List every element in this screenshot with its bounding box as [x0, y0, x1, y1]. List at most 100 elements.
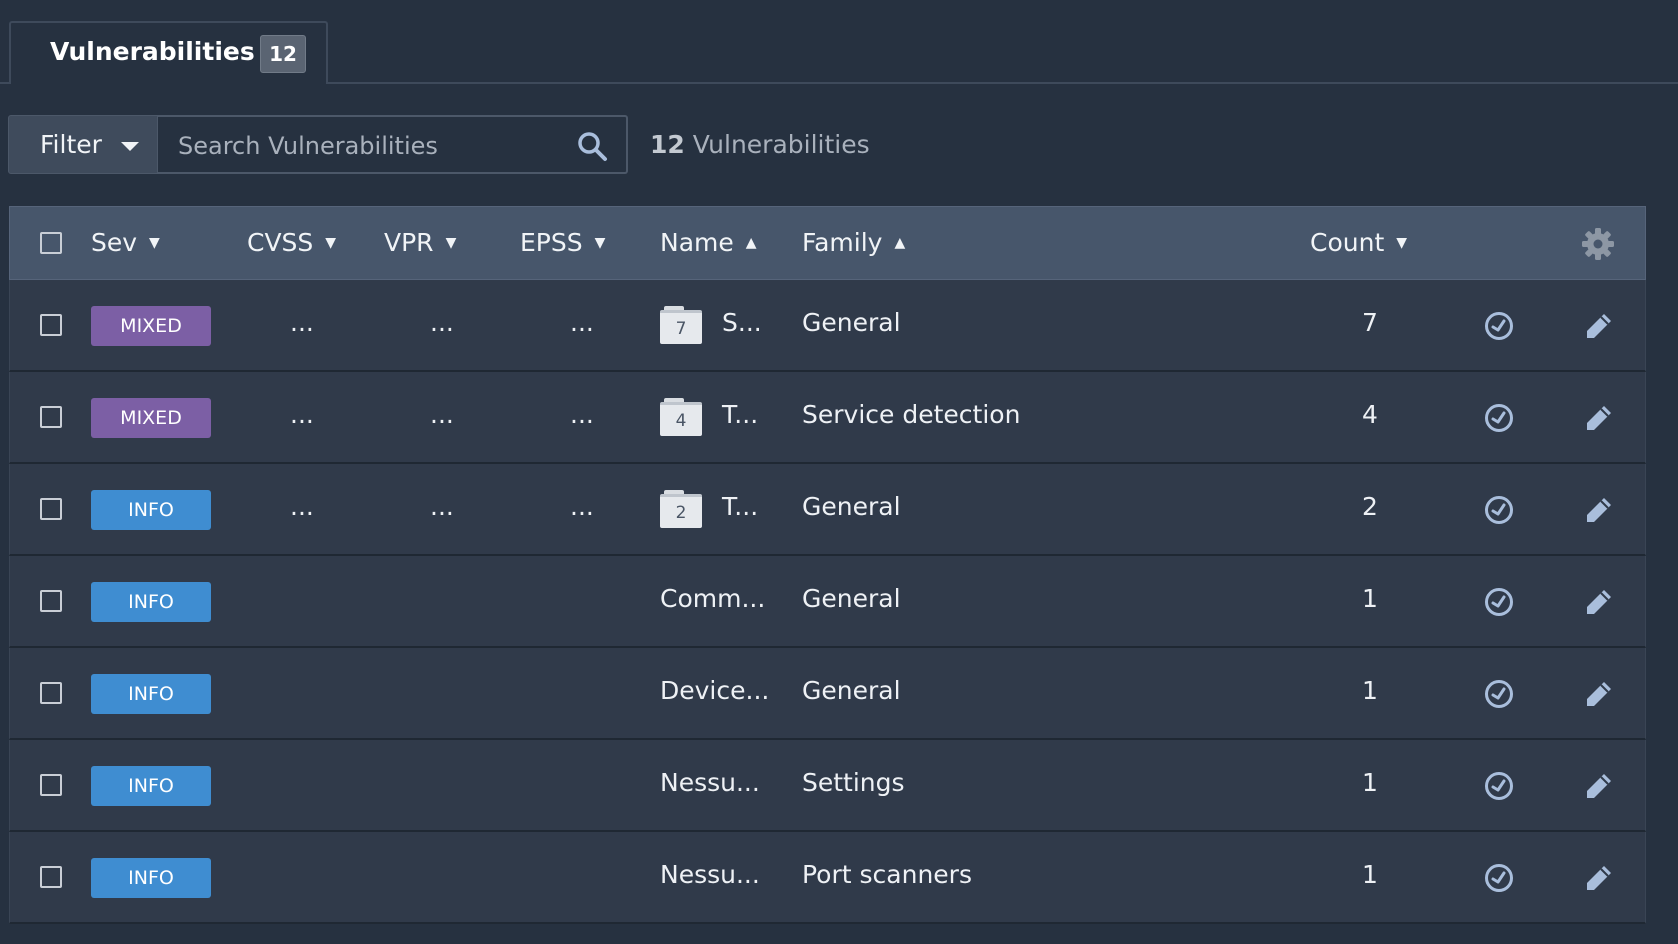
- severity-badge: MIXED: [91, 398, 211, 438]
- vulnerability-name[interactable]: S...: [722, 308, 762, 337]
- family-value: General: [802, 584, 901, 613]
- vulnerability-name[interactable]: Nessu...: [660, 860, 760, 889]
- caret-down-icon: [121, 142, 139, 151]
- history-icon[interactable]: [1483, 678, 1515, 710]
- count-value: 1: [1362, 676, 1378, 705]
- pencil-icon[interactable]: [1583, 586, 1615, 618]
- history-icon[interactable]: [1483, 586, 1515, 618]
- select-all-checkbox[interactable]: [40, 232, 62, 254]
- filter-label: Filter: [40, 130, 102, 159]
- search-icon[interactable]: [576, 130, 608, 162]
- row-checkbox[interactable]: [40, 682, 62, 704]
- sort-desc-icon: ▼: [149, 235, 160, 251]
- cvss-value: ...: [290, 492, 314, 521]
- search-box: [158, 115, 628, 174]
- row-checkbox[interactable]: [40, 314, 62, 336]
- tab-count-badge: 12: [260, 35, 306, 73]
- pencil-icon[interactable]: [1583, 402, 1615, 434]
- row-checkbox[interactable]: [40, 590, 62, 612]
- row-checkbox[interactable]: [40, 774, 62, 796]
- family-value: Settings: [802, 768, 905, 797]
- sort-desc-icon: ▼: [325, 235, 337, 251]
- history-icon[interactable]: [1483, 402, 1515, 434]
- vulnerability-name[interactable]: Device...: [660, 676, 769, 705]
- column-header-cvss[interactable]: CVSS ▼: [247, 228, 336, 257]
- row-checkbox[interactable]: [40, 866, 62, 888]
- history-icon[interactable]: [1483, 770, 1515, 802]
- table-header: Sev ▼ CVSS ▼ VPR ▼ EPSS ▼ Name ▲ Family ▲ Coun…: [9, 206, 1646, 280]
- epss-value: ...: [570, 308, 594, 337]
- family-value: General: [802, 492, 901, 521]
- row-checkbox[interactable]: [40, 406, 62, 428]
- row-checkbox[interactable]: [40, 498, 62, 520]
- gear-icon[interactable]: [1581, 227, 1615, 261]
- vulnerabilities-table: Sev ▼ CVSS ▼ VPR ▼ EPSS ▼ Name ▲ Family ▲ Coun…: [9, 206, 1646, 924]
- column-header-vpr[interactable]: VPR ▼: [384, 228, 456, 257]
- table-row[interactable]: INFO Nessu... Settings 1: [9, 740, 1646, 832]
- results-count: 12 Vulnerabilities: [650, 130, 870, 159]
- vpr-value: ...: [430, 308, 454, 337]
- family-value: Port scanners: [802, 860, 972, 889]
- severity-badge: INFO: [91, 766, 211, 806]
- sort-asc-icon: ▲: [745, 235, 757, 251]
- sort-asc-icon: ▲: [894, 235, 906, 251]
- vulnerability-name[interactable]: Comm...: [660, 584, 765, 613]
- cvss-value: ...: [290, 400, 314, 429]
- epss-value: ...: [570, 400, 594, 429]
- history-icon[interactable]: [1483, 862, 1515, 894]
- sort-desc-icon: ▼: [594, 235, 606, 251]
- vulnerability-name[interactable]: T...: [722, 400, 758, 429]
- table-row[interactable]: INFO Device... General 1: [9, 648, 1646, 740]
- column-header-epss[interactable]: EPSS ▼: [520, 228, 605, 257]
- cvss-value: ...: [290, 308, 314, 337]
- results-count-text: Vulnerabilities: [692, 130, 870, 159]
- pencil-icon[interactable]: [1583, 494, 1615, 526]
- tab-vulnerabilities[interactable]: Vulnerabilities 12: [9, 21, 328, 84]
- column-header-sev[interactable]: Sev ▼: [91, 228, 160, 257]
- filter-button[interactable]: Filter: [8, 115, 158, 174]
- folder-icon: 2: [660, 490, 702, 530]
- results-count-number: 12: [650, 130, 685, 159]
- vulnerability-name[interactable]: T...: [722, 492, 758, 521]
- severity-badge: INFO: [91, 582, 211, 622]
- folder-icon: 7: [660, 306, 702, 346]
- table-row[interactable]: INFO ... ... ... 2 T... General 2: [9, 464, 1646, 556]
- count-value: 7: [1362, 308, 1378, 337]
- epss-value: ...: [570, 492, 594, 521]
- vpr-value: ...: [430, 400, 454, 429]
- history-icon[interactable]: [1483, 494, 1515, 526]
- column-header-count[interactable]: Count ▼: [1310, 228, 1407, 257]
- column-header-cvss-label: CVSS: [247, 228, 314, 257]
- column-header-count-label: Count: [1310, 228, 1385, 257]
- table-row[interactable]: MIXED ... ... ... 4 T... Service detecti…: [9, 372, 1646, 464]
- family-value: Service detection: [802, 400, 1021, 429]
- column-header-name-label: Name: [660, 228, 734, 257]
- severity-badge: MIXED: [91, 306, 211, 346]
- tab-bar: Vulnerabilities 12: [0, 0, 1678, 84]
- count-value: 1: [1362, 768, 1378, 797]
- tab-label: Vulnerabilities: [50, 37, 255, 66]
- vulnerability-name[interactable]: Nessu...: [660, 768, 760, 797]
- pencil-icon[interactable]: [1583, 310, 1615, 342]
- pencil-icon[interactable]: [1583, 678, 1615, 710]
- severity-badge: INFO: [91, 490, 211, 530]
- table-row[interactable]: INFO Nessu... Port scanners 1: [9, 832, 1646, 924]
- table-row[interactable]: INFO Comm... General 1: [9, 556, 1646, 648]
- pencil-icon[interactable]: [1583, 770, 1615, 802]
- count-value: 2: [1362, 492, 1378, 521]
- vpr-value: ...: [430, 492, 454, 521]
- table-body: MIXED ... ... ... 7 S... General 7 MIXED…: [9, 280, 1646, 924]
- column-header-family[interactable]: Family ▲: [802, 228, 905, 257]
- history-icon[interactable]: [1483, 310, 1515, 342]
- count-value: 4: [1362, 400, 1378, 429]
- severity-badge: INFO: [91, 858, 211, 898]
- group-count: 7: [675, 319, 687, 339]
- sort-desc-icon: ▼: [445, 235, 457, 251]
- group-count: 4: [675, 411, 687, 431]
- column-header-vpr-label: VPR: [384, 228, 434, 257]
- pencil-icon[interactable]: [1583, 862, 1615, 894]
- table-row[interactable]: MIXED ... ... ... 7 S... General 7: [9, 280, 1646, 372]
- folder-icon: 4: [660, 398, 702, 438]
- column-header-name[interactable]: Name ▲: [660, 228, 757, 257]
- search-input[interactable]: [176, 127, 560, 165]
